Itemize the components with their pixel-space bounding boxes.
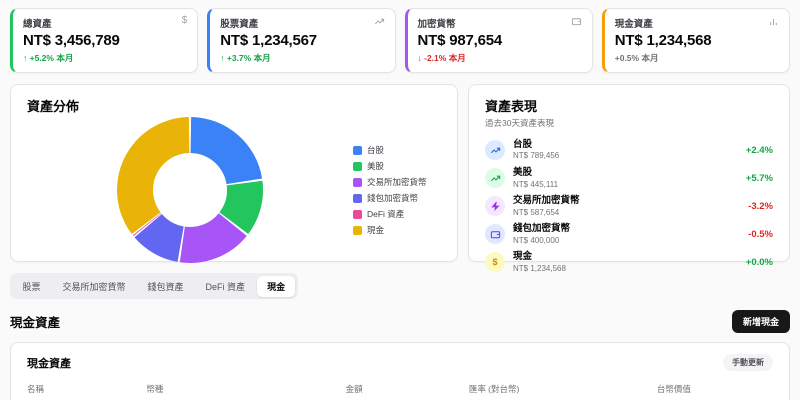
- tab-defi-assets[interactable]: DeFi 資產: [196, 276, 256, 297]
- panel-subtitle: 過去30天資產表現: [485, 118, 554, 128]
- card-label: 股票資產: [220, 19, 259, 30]
- column-header-rate: 匯率 (對台幣): [362, 377, 520, 400]
- column-header-currency: 幣種: [146, 377, 266, 400]
- trending-up-icon: [485, 140, 505, 161]
- legend-swatch: [353, 177, 362, 187]
- card-value: NT$ 1,234,567: [220, 32, 317, 49]
- asset-type-tabs: 股票 交易所加密貨幣 錢包資產 DeFi 資產 現金: [10, 273, 298, 299]
- dollar-icon: $: [485, 252, 505, 273]
- performance-change: -0.5%: [748, 228, 773, 240]
- performance-change: +5.7%: [745, 172, 773, 184]
- legend-item: DeFi 資產: [353, 208, 441, 220]
- card-label: 現金資產: [614, 19, 653, 30]
- performance-row-wallet-crypto: 錢包加密貨幣 NT$ 400,000 -0.5%: [485, 220, 773, 248]
- manual-update-badge[interactable]: 手動更新: [723, 354, 773, 371]
- trending-up-icon: [374, 16, 385, 30]
- bar-chart-icon: [768, 16, 779, 30]
- add-cash-button[interactable]: 新增現金: [731, 310, 790, 333]
- tab-exchange-crypto[interactable]: 交易所加密貨幣: [53, 276, 136, 297]
- card-value: NT$ 987,654: [417, 32, 503, 49]
- legend-item: 錢包加密貨幣: [353, 192, 441, 204]
- legend-swatch: [353, 145, 362, 155]
- legend-swatch: [353, 225, 362, 235]
- wallet-icon: [571, 16, 582, 30]
- cash-section-heading: 現金資產: [10, 316, 61, 330]
- card-value: NT$ 3,456,789: [23, 32, 120, 49]
- performance-row-exchange-crypto: 交易所加密貨幣 NT$ 587,654 -3.2%: [485, 192, 773, 220]
- card-label: 加密貨幣: [417, 19, 456, 30]
- donut-chart: [27, 115, 353, 265]
- asset-performance-panel: 資產表現 過去30天資產表現 台股 NT$ 789,456 +2.4% 美股 NT$…: [468, 84, 790, 273]
- legend-swatch: [353, 193, 362, 203]
- dashboard-page: 總資產 $ NT$ 3,456,789 ↑ +5.2% 本月 股票資產 NT$ …: [0, 0, 800, 400]
- donut-slice-0: [190, 117, 263, 185]
- cash-assets-card: 現金資產 手動更新 名稱 幣種 金額 匯率 (對台幣) 台幣價值 台幣現金 TW…: [10, 342, 790, 400]
- tab-stocks[interactable]: 股票: [13, 276, 51, 297]
- performance-change: -3.2%: [748, 200, 773, 212]
- stat-card-total-assets: 總資產 $ NT$ 3,456,789 ↑ +5.2% 本月: [10, 8, 199, 73]
- card-value: NT$ 1,234,568: [614, 32, 712, 49]
- legend-item: 美股: [353, 160, 441, 172]
- card-change: ↓ -2.1% 本月: [417, 53, 466, 63]
- performance-row-taiwan-stocks: 台股 NT$ 789,456 +2.4%: [485, 136, 773, 164]
- donut-slice-5: [117, 117, 190, 235]
- trending-up-icon: [485, 168, 505, 189]
- column-header-amount: 金額: [265, 377, 363, 400]
- performance-row-us-stocks: 美股 NT$ 445,111 +5.7%: [485, 164, 773, 192]
- stat-card-crypto: 加密貨幣 NT$ 987,654 ↓ -2.1% 本月: [404, 8, 593, 73]
- asset-distribution-panel: 資產分佈 台股 美股 交易所加密貨幣 錢包加密貨幣 DeFi 資產 現金: [10, 84, 458, 265]
- cash-assets-table: 名稱 幣種 金額 匯率 (對台幣) 台幣價值 台幣現金 TWD 500,000 …: [27, 377, 773, 400]
- panel-title: 資產分佈: [27, 99, 80, 114]
- panel-title: 資產表現: [485, 99, 538, 114]
- performance-change: +0.0%: [745, 256, 773, 268]
- card-change: ↑ +5.2% 本月: [23, 53, 74, 63]
- stat-card-cash: 現金資產 NT$ 1,234,568 +0.5% 本月: [601, 8, 790, 73]
- card-change: +0.5% 本月: [614, 53, 659, 63]
- zap-icon: [485, 196, 505, 217]
- card-change: ↑ +3.7% 本月: [220, 53, 271, 63]
- stat-cards-row: 總資產 $ NT$ 3,456,789 ↑ +5.2% 本月 股票資產 NT$ …: [10, 8, 790, 73]
- up-arrow-icon: ↑: [220, 53, 225, 63]
- performance-row-cash: $ 現金 NT$ 1,234,568 +0.0%: [485, 248, 773, 276]
- column-header-actions: [690, 377, 773, 400]
- legend-swatch: [353, 161, 362, 171]
- up-arrow-icon: ↑: [23, 53, 28, 63]
- legend-item: 台股: [353, 144, 441, 156]
- column-header-twd-value: 台幣價值: [519, 377, 691, 400]
- card-label: 總資產: [23, 19, 52, 30]
- performance-change: +2.4%: [745, 144, 773, 156]
- cash-card-title: 現金資產: [27, 357, 71, 370]
- tab-cash[interactable]: 現金: [257, 275, 296, 297]
- tab-wallet-assets[interactable]: 錢包資產: [138, 276, 194, 297]
- down-arrow-icon: ↓: [417, 53, 422, 63]
- dollar-icon: $: [181, 15, 188, 26]
- legend-item: 交易所加密貨幣: [353, 176, 441, 188]
- performance-list: 台股 NT$ 789,456 +2.4% 美股 NT$ 445,111 +5.7% …: [485, 136, 773, 277]
- legend-swatch: [353, 209, 362, 219]
- wallet-icon: [485, 224, 505, 245]
- chart-legend: 台股 美股 交易所加密貨幣 錢包加密貨幣 DeFi 資產 現金: [353, 140, 441, 240]
- legend-item: 現金: [353, 224, 441, 236]
- column-header-name: 名稱: [27, 377, 147, 400]
- stat-card-stocks: 股票資產 NT$ 1,234,567 ↑ +3.7% 本月: [207, 8, 396, 73]
